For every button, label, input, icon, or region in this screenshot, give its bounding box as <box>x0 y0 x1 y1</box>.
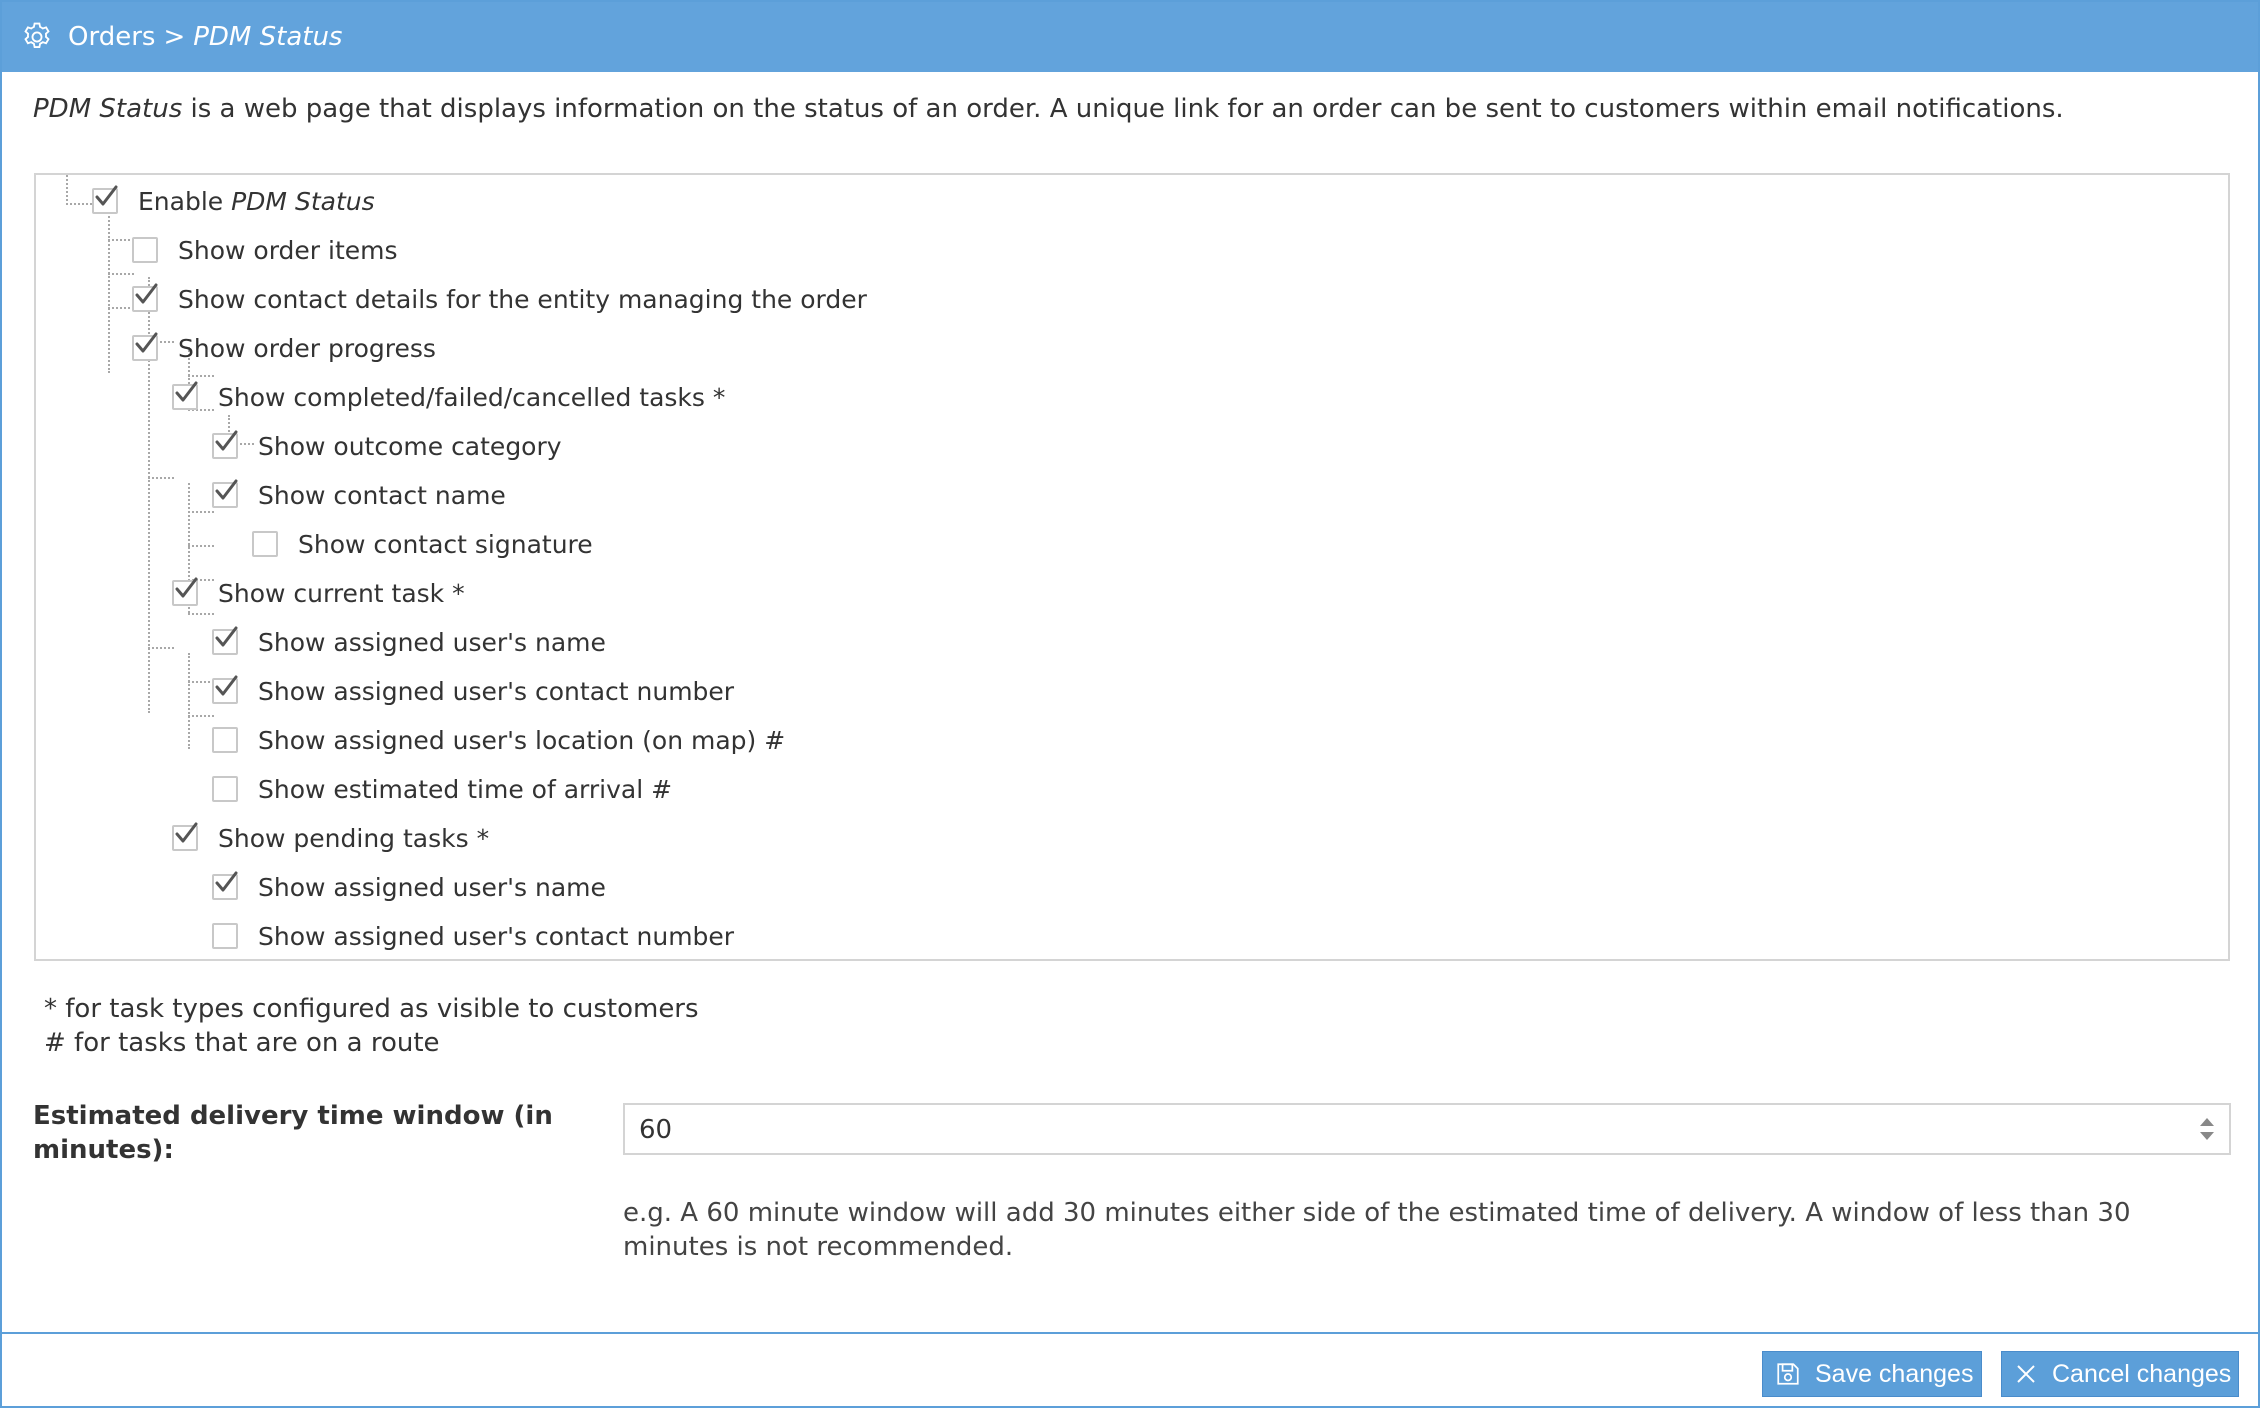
footer-bar: Save changes Cancel changes <box>2 1332 2258 1406</box>
tree-item-label: Show assigned user's location (on map) # <box>258 725 786 755</box>
checkbox-pending-user-number[interactable] <box>212 923 238 949</box>
tree-item-label: Show contact name <box>258 480 506 510</box>
checkbox-contact-name[interactable] <box>212 479 238 508</box>
checkbox-current-user-number[interactable] <box>212 675 238 704</box>
intro-text: PDM Status is a web page that displays i… <box>33 94 2064 124</box>
tree-item-contact-details[interactable]: Show contact details for the entity mana… <box>132 275 867 323</box>
tree-item-outcome-category[interactable]: Show outcome category <box>212 422 562 470</box>
tree-item-pending-user-number[interactable]: Show assigned user's contact number <box>212 912 734 960</box>
footnotes: * for task types configured as visible t… <box>44 992 699 1060</box>
tree-connector <box>188 653 190 749</box>
title-bar: Orders > PDM Status <box>2 2 2258 72</box>
tree-item-current-task[interactable]: Show current task * <box>172 569 465 617</box>
tree-item-label: Show contact details for the entity mana… <box>178 284 867 314</box>
close-icon <box>2014 1362 2038 1386</box>
tree-connector <box>148 645 174 649</box>
tree-item-eta[interactable]: Show estimated time of arrival # <box>212 765 672 813</box>
tree-connector <box>188 679 214 683</box>
tree-item-pending-tasks[interactable]: Show pending tasks * <box>172 814 489 862</box>
settings-tree: Enable PDM Status Show order items Show co… <box>34 173 2230 961</box>
tree-item-contact-name[interactable]: Show contact name <box>212 471 506 519</box>
floppy-disk-icon <box>1775 1361 1801 1387</box>
label-prefix: Enable <box>138 186 232 216</box>
delivery-window-value: 60 <box>639 1115 673 1145</box>
gear-icon <box>20 20 54 54</box>
checkbox-pending-user-name[interactable] <box>212 871 238 900</box>
delivery-window-label: Estimated delivery time window (in minut… <box>33 1101 553 1165</box>
checkbox-enable[interactable] <box>92 185 118 214</box>
tree-connector <box>188 543 214 547</box>
tree-item-label: Show current task * <box>218 578 465 608</box>
tree-item-current-user-number[interactable]: Show assigned user's contact number <box>212 667 734 715</box>
tree-item-order-progress[interactable]: Show order progress <box>132 324 436 372</box>
tree-item-label: Show order items <box>178 235 398 265</box>
tree-item-enable[interactable]: Enable PDM Status <box>92 177 375 225</box>
tree-item-completed-tasks[interactable]: Show completed/failed/cancelled tasks * <box>172 373 725 421</box>
tree-item-label: Show pending tasks * <box>218 823 490 853</box>
tree-item-label: Show order progress <box>178 333 436 363</box>
checkbox-pending-tasks[interactable] <box>172 822 198 851</box>
tree-item-label: Show contact signature <box>298 529 593 559</box>
tree-item-label: Show completed/failed/cancelled tasks * <box>218 382 726 412</box>
checkbox-outcome-category[interactable] <box>212 430 238 459</box>
cancel-button[interactable]: Cancel changes <box>2001 1351 2239 1397</box>
tree-connector <box>108 209 110 373</box>
tree-connector <box>108 305 134 309</box>
tree-item-pending-user-name[interactable]: Show assigned user's name <box>212 863 606 911</box>
intro-emphasis: PDM Status <box>33 94 183 124</box>
breadcrumb-current: PDM Status <box>193 22 343 52</box>
tree-connector <box>188 509 214 513</box>
checkbox-contact-details[interactable] <box>132 283 158 312</box>
footnote-hash: # for tasks that are on a route <box>44 1028 440 1058</box>
tree-item-label: Enable PDM Status <box>138 187 375 216</box>
tree-item-label: Show estimated time of arrival # <box>258 774 673 804</box>
tree-item-current-user-name[interactable]: Show assigned user's name <box>212 618 606 666</box>
checkbox-order-progress[interactable] <box>132 332 158 361</box>
checkbox-order-items[interactable] <box>132 237 158 263</box>
tree-item-current-user-location[interactable]: Show assigned user's location (on map) # <box>212 716 785 764</box>
checkbox-eta[interactable] <box>212 776 238 802</box>
save-button[interactable]: Save changes <box>1762 1351 1982 1397</box>
tree-item-label: Show assigned user's name <box>258 627 606 657</box>
tree-item-label: Show assigned user's contact number <box>258 676 735 706</box>
save-button-label: Save changes <box>1815 1359 1974 1388</box>
tree-connector <box>108 237 134 241</box>
tree-connector <box>148 475 174 479</box>
tree-item-contact-signature[interactable]: Show contact signature <box>252 520 593 568</box>
cancel-button-label: Cancel changes <box>2052 1359 2232 1388</box>
breadcrumb-orders[interactable]: Orders <box>68 22 155 52</box>
spinner-arrows-icon[interactable] <box>2197 1113 2217 1145</box>
breadcrumb-separator: > <box>163 22 186 52</box>
tree-item-label: Show assigned user's name <box>258 872 606 902</box>
pdm-status-window: Orders > PDM Status PDM Status is a web … <box>0 0 2260 1408</box>
intro-body: is a web page that displays information … <box>182 94 2064 124</box>
tree-item-order-items[interactable]: Show order items <box>132 226 398 274</box>
delivery-window-hint: e.g. A 60 minute window will add 30 minu… <box>623 1198 2131 1262</box>
tree-connector <box>108 271 134 275</box>
label-emphasis: PDM Status <box>231 186 375 216</box>
tree-connector <box>188 713 214 717</box>
checkbox-current-user-location[interactable] <box>212 727 238 753</box>
footnote-asterisk: * for task types configured as visible t… <box>44 994 699 1024</box>
checkbox-contact-signature[interactable] <box>252 531 278 557</box>
tree-item-label: Show assigned user's contact number <box>258 921 735 951</box>
checkbox-current-user-name[interactable] <box>212 626 238 655</box>
delivery-window-input[interactable]: 60 <box>623 1103 2231 1155</box>
checkbox-current-task[interactable] <box>172 577 198 606</box>
checkbox-completed-tasks[interactable] <box>172 381 198 410</box>
tree-item-label: Show outcome category <box>258 431 562 461</box>
